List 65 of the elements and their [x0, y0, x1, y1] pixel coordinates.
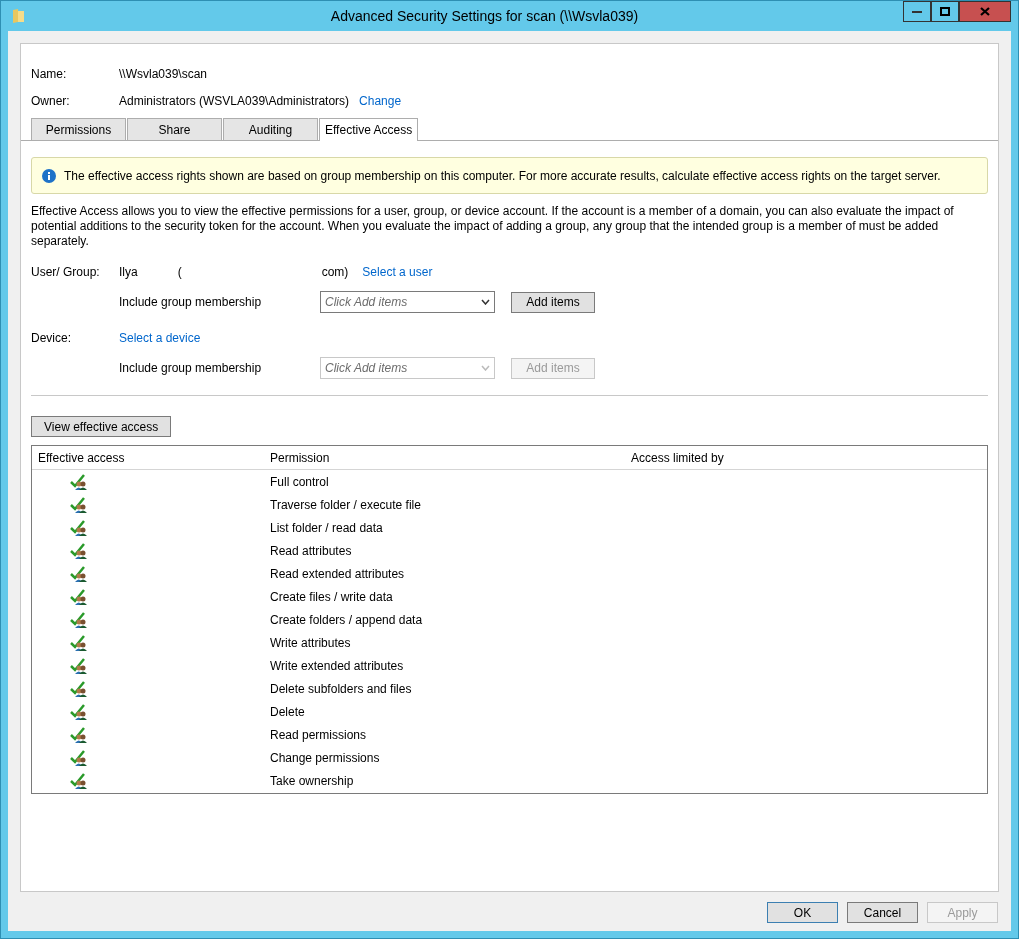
- select-link[interactable]: Select a user: [362, 265, 433, 279]
- check-users-icon: [70, 541, 88, 560]
- owner-label: Owner:: [31, 93, 71, 108]
- check-users-icon: [70, 518, 88, 537]
- column-header: Effective access: [37, 450, 126, 465]
- check-users-icon: [70, 748, 88, 767]
- add-items-button[interactable]: Add items: [511, 291, 595, 313]
- principal-value: Ilya: [119, 265, 138, 279]
- check-users-icon: [70, 679, 88, 698]
- check-users-icon: [70, 495, 88, 514]
- minimize-button[interactable]: [903, 1, 931, 22]
- change-link[interactable]: Change: [359, 93, 402, 108]
- group-dropdown[interactable]: Click Add items: [320, 291, 495, 313]
- principal-label: Device:: [31, 331, 72, 345]
- permission-cell-text: Read permissions: [269, 727, 368, 742]
- check-users-icon: [70, 702, 88, 721]
- chevron-down-icon: [481, 299, 490, 305]
- permission-cell-text: Create folders / append data: [269, 612, 424, 627]
- maximize-icon: [940, 7, 950, 16]
- chevron-down-icon: [481, 365, 490, 371]
- column-header: Permission: [269, 450, 331, 465]
- info-icon: [42, 168, 56, 183]
- permission-cell-text: List folder / read data: [269, 520, 384, 535]
- folder-icon: [12, 8, 26, 24]
- permission-cell-text: Change permissions: [269, 750, 381, 765]
- name-value: \\Wsvla039\scan: [119, 66, 208, 81]
- permission-cell-text: Delete subfolders and files: [269, 681, 413, 696]
- check-users-icon: [70, 587, 88, 606]
- permission-cell-text: Take ownership: [269, 773, 355, 788]
- tab[interactable]: Share: [127, 118, 222, 140]
- dialog-button[interactable]: Cancel: [847, 902, 918, 923]
- permission-cell-text: Write extended attributes: [269, 658, 405, 673]
- view-effective-access-button[interactable]: View effective access: [31, 416, 171, 437]
- info-text: The effective access rights shown are based on group membership on this computer. For more accurate results, calculate effective access rights on the target server.: [64, 168, 941, 183]
- permission-cell-text: Read attributes: [269, 543, 353, 558]
- tab[interactable]: Auditing: [223, 118, 318, 140]
- name-label: Name:: [31, 66, 68, 81]
- check-users-icon: [70, 633, 88, 652]
- window-title: Advanced Security Settings for scan (\\Wsvla039): [329, 8, 640, 24]
- check-users-icon: [70, 610, 88, 629]
- check-users-icon: [70, 656, 88, 675]
- close-icon: [980, 7, 990, 16]
- close-button[interactable]: [959, 1, 1011, 22]
- permission-cell-text: Delete: [269, 704, 306, 719]
- permission-cell-text: Full control: [269, 474, 330, 489]
- permission-cell-text: Traverse folder / execute file: [269, 497, 422, 512]
- include-group-label: Include group membership: [119, 295, 263, 309]
- owner-value: Administrators (WSVLA039\Administrators): [119, 93, 350, 108]
- check-users-icon: [70, 771, 88, 790]
- dialog-button[interactable]: OK: [767, 902, 838, 923]
- principal-value: (: [177, 265, 182, 279]
- check-users-icon: [70, 564, 88, 583]
- check-users-icon: [70, 472, 88, 491]
- tab[interactable]: Permissions: [31, 118, 126, 140]
- tab[interactable]: Effective Access: [319, 118, 419, 141]
- principal-value: com): [321, 265, 349, 279]
- permission-cell-text: Create files / write data: [269, 589, 394, 604]
- maximize-button[interactable]: [931, 1, 959, 22]
- permission-cell-text: Write attributes: [269, 635, 352, 650]
- principal-label: User/ Group:: [31, 265, 101, 279]
- column-header: Access limited by: [630, 450, 725, 465]
- description-text: Effective Access allows you to view the effective permissions for a user, group, or device account. If the account is a member of a domain, you can also evaluate the impact of potential additions to the security token for the account. When you evaluate the impact of adding a group, any group that the intended group is a member of must be added separately.: [31, 204, 955, 249]
- include-group-label: Include group membership: [119, 361, 263, 375]
- check-users-icon: [70, 725, 88, 744]
- permission-cell-text: Read extended attributes: [269, 566, 406, 581]
